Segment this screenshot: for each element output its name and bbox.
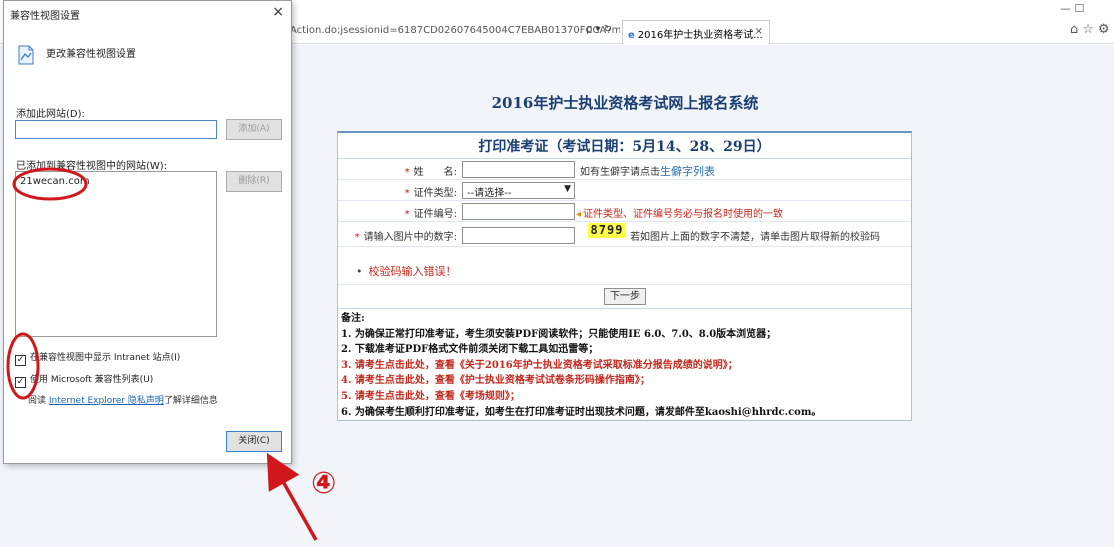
home-favorites-settings-icon[interactable]: ⌂☆⚙ [1070, 22, 1114, 37]
note-item: 6. 为确保考生顺利打印准考证，如考生在打印准考证时出现技术问题，请发邮件至ka… [341, 406, 822, 418]
privacy-link[interactable]: Internet Explorer 隐私声明 [49, 396, 164, 406]
idnum-hint: 证件类型、证件编号务必与报名时使用的一致 [583, 209, 784, 220]
dialog-close-icon[interactable]: × [272, 4, 284, 20]
intranet-checkbox-row[interactable]: ✓ 在兼容性视图中显示 Intranet 站点(I) [15, 350, 180, 366]
add-button[interactable]: 添加(A) [226, 119, 282, 140]
note-item[interactable]: 5. 请考生点击此处，查看《考场规则》； [341, 389, 911, 405]
chevron-down-icon: ▼ [564, 184, 571, 194]
add-site-label: 添加此网站(D): [16, 109, 85, 120]
compat-page-icon [18, 45, 34, 65]
intranet-checkbox[interactable]: ✓ [15, 355, 26, 366]
add-site-input[interactable] [15, 120, 217, 139]
site-list-item[interactable]: 21wecan.com [20, 176, 90, 187]
captcha-input[interactable] [462, 227, 575, 244]
note-item[interactable]: 4. 请考生点击此处，查看《护士执业资格考试试卷条形码操作指南》； [341, 373, 911, 389]
required-mark: * [354, 232, 360, 243]
error-message: 校验码输入错误！ [368, 265, 457, 278]
tab-title: 2016年护士执业资格考试... [637, 30, 763, 41]
idtype-row: * 证件类型: --请选择-- ▼ [338, 180, 911, 201]
note-item[interactable]: 3. 请考生点击此处，查看《关于2016年护士执业资格考试采取标准分报告成绩的说… [341, 358, 911, 374]
mslist-checkbox-label[interactable]: 使用 Microsoft 兼容性列表(U) [30, 375, 153, 385]
site-list-label: 已添加到兼容性视图中的网站(W): [16, 161, 168, 172]
idnum-row: * 证件编号: ◂ 证件类型、证件编号务必与报名时使用的一致 [338, 201, 911, 222]
name-input[interactable] [462, 161, 575, 178]
note-item: 2. 下载准考证PDF格式文件前须关闭下载工具如迅雷等； [341, 344, 599, 356]
print-admission-form: 打印准考证（考试日期：5月14、28、29日） * 姓 名: 如有生僻字请点击生僻… [337, 131, 912, 421]
name-hint: 如有生僻字请点击 [580, 167, 660, 178]
dialog-title: 兼容性视图设置 [10, 11, 80, 22]
idtype-label: 证件类型: [413, 188, 457, 199]
mslist-checkbox[interactable]: ✓ [15, 377, 26, 388]
window-controls[interactable]: — ☐ [1060, 2, 1084, 15]
address-bar-search-refresh-icon[interactable]: ρ ▾ ↻ [586, 24, 612, 35]
idtype-selected-value: --请选择-- [467, 188, 512, 199]
address-bar[interactable]: Action.do;jsessionid=6187CD02607645004C7… [286, 22, 620, 42]
site-list[interactable]: 21wecan.com [15, 171, 217, 337]
page-title: 2016年护士执业资格考试网上报名系统 [491, 94, 759, 112]
name-label: 姓 名: [413, 167, 457, 178]
privacy-line: 阅读 Internet Explorer 隐私声明了解详细信息 [28, 393, 218, 406]
form-title: 打印准考证（考试日期：5月14、28、29日） [338, 133, 911, 159]
privacy-suffix: 了解详细信息 [163, 396, 218, 406]
intranet-checkbox-label[interactable]: 在兼容性视图中显示 Intranet 站点(I) [30, 353, 180, 363]
next-row: 下一步 [338, 285, 911, 309]
name-row: * 姓 名: 如有生僻字请点击生僻字列表 [338, 159, 911, 180]
step-number-text: ④ [311, 466, 337, 501]
rare-char-list-link[interactable]: 生僻字列表 [660, 165, 715, 178]
note-item: 1. 为确保正常打印准考证，考生须安装PDF阅读软件；只能使用IE 6.0、7.… [341, 328, 777, 340]
captcha-row: * 请输入图片中的数字: 8799 若如图片上面的数字不清楚，请单击图片取得新的校… [338, 222, 911, 247]
step-number-label: ④ [311, 466, 336, 505]
required-mark: * [404, 167, 410, 178]
captcha-label: 请输入图片中的数字: [363, 232, 457, 243]
notes-list: 1. 为确保正常打印准考证，考生须安装PDF阅读软件；只能使用IE 6.0、7.… [341, 327, 911, 421]
ie-favicon-icon: e [628, 30, 635, 41]
notes-section: 备注: 1. 为确保正常打印准考证，考生须安装PDF阅读软件；只能使用IE 6.… [338, 309, 911, 420]
dialog-heading: 更改兼容性视图设置 [46, 49, 136, 60]
next-button[interactable]: 下一步 [604, 288, 646, 305]
idnum-label: 证件编号: [413, 209, 457, 220]
captcha-hint: 若如图片上面的数字不清楚，请单击图片取得新的校验码 [630, 232, 880, 243]
tab-close-icon[interactable]: × [755, 26, 763, 37]
notes-title: 备注: [341, 313, 365, 324]
required-mark: * [404, 209, 410, 220]
mslist-checkbox-row[interactable]: ✓ 使用 Microsoft 兼容性列表(U) [15, 372, 153, 388]
error-row: • 校验码输入错误！ [338, 247, 911, 285]
compat-view-dialog: 兼容性视图设置 × 更改兼容性视图设置 添加此网站(D): 添加(A) 已添加到… [3, 0, 292, 464]
captcha-image[interactable]: 8799 [588, 223, 626, 238]
close-button[interactable]: 关闭(C) [226, 431, 282, 452]
remove-button[interactable]: 删除(R) [226, 171, 282, 192]
bullet-icon: • [356, 265, 363, 278]
idnum-input[interactable] [462, 203, 575, 220]
required-mark: * [404, 188, 410, 199]
browser-tab[interactable]: e 2016年护士执业资格考试... × [622, 20, 770, 44]
idtype-select[interactable]: --请选择-- ▼ [462, 182, 575, 199]
warning-triangle-icon: ◂ [576, 209, 582, 220]
privacy-prefix: 阅读 [28, 396, 47, 406]
